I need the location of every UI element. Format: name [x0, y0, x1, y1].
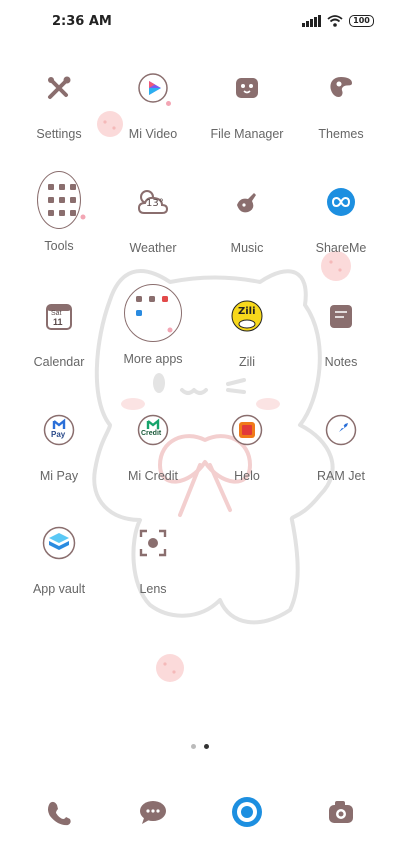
badge: [166, 101, 171, 106]
app-label: ShareMe: [315, 241, 367, 255]
folder-circle: [124, 284, 182, 342]
status-time: 2:36 AM: [52, 14, 112, 29]
status-bar: 2:36 AM 100: [0, 0, 400, 44]
app-more-apps[interactable]: More apps: [106, 284, 200, 366]
app-label: RAM Jet: [317, 469, 365, 483]
mi-pay-sub: Pay: [51, 430, 66, 439]
app-shareme[interactable]: ShareMe: [294, 180, 388, 255]
mi-pay-icon: Pay: [37, 408, 81, 452]
app-label: Music: [230, 241, 264, 255]
app-label: Notes: [324, 355, 358, 369]
app-app-vault[interactable]: App vault: [12, 521, 106, 596]
app-notes[interactable]: Notes: [294, 294, 388, 369]
calendar-icon: Sat 11: [37, 294, 81, 338]
app-label: Themes: [318, 127, 364, 141]
app-label: Mi Pay: [39, 469, 79, 483]
app-label: Weather: [129, 241, 177, 255]
camera-icon[interactable]: [319, 790, 363, 834]
browser-icon[interactable]: [225, 790, 269, 834]
lens-icon: [131, 521, 175, 565]
app-vault-icon: [37, 521, 81, 565]
wifi-icon: [327, 15, 343, 27]
page-dot-1[interactable]: [191, 744, 196, 749]
mi-credit-icon: Credit: [131, 408, 175, 452]
calendar-day: Sat: [51, 310, 62, 317]
app-calendar[interactable]: Sat 11 Calendar: [12, 294, 106, 369]
helo-icon: [225, 408, 269, 452]
app-label: Mi Video: [128, 127, 178, 141]
calendar-date: 11: [53, 317, 63, 327]
app-themes[interactable]: Themes: [294, 66, 388, 141]
shareme-icon: [319, 180, 363, 224]
app-label: Lens: [139, 582, 167, 596]
page-indicator[interactable]: [0, 744, 400, 749]
app-mi-pay[interactable]: Pay Mi Pay: [12, 408, 106, 483]
app-tools[interactable]: Tools: [12, 171, 106, 253]
app-settings[interactable]: Settings: [12, 66, 106, 141]
notes-icon: [319, 294, 363, 338]
app-file-manager[interactable]: File Manager: [200, 66, 294, 141]
app-helo[interactable]: Helo: [200, 408, 294, 483]
mi-credit-sub: Credit: [141, 430, 162, 437]
app-mi-credit[interactable]: Credit Mi Credit: [106, 408, 200, 483]
battery-icon: 100: [349, 15, 374, 27]
app-label: File Manager: [210, 127, 284, 141]
more-apps-folder-icon: [124, 284, 182, 342]
app-label: App vault: [32, 582, 86, 596]
app-zili[interactable]: Zili Zili: [200, 294, 294, 369]
file-manager-icon: [225, 66, 269, 110]
status-icons: 100: [302, 15, 374, 27]
weather-temp: 13°: [146, 198, 164, 209]
app-label: Zili: [239, 355, 255, 369]
zili-brand: Zili: [238, 306, 256, 317]
app-label: Calendar: [33, 355, 85, 369]
phone-icon[interactable]: [37, 790, 81, 834]
settings-icon: [37, 66, 81, 110]
app-label: Settings: [36, 127, 82, 141]
app-ram-jet[interactable]: RAM Jet: [294, 408, 388, 483]
mi-video-icon: [131, 66, 175, 110]
app-label: More apps: [123, 352, 183, 366]
weather-icon: 13°: [131, 180, 175, 224]
themes-icon: [319, 66, 363, 110]
app-label: Tools: [44, 239, 74, 253]
app-mi-video[interactable]: Mi Video: [106, 66, 200, 141]
signal-icon: [302, 15, 321, 27]
folder-circle: [37, 171, 86, 229]
messaging-icon[interactable]: [131, 790, 175, 834]
app-label: Mi Credit: [127, 469, 178, 483]
music-icon: [225, 180, 269, 224]
tools-folder-icon: [37, 171, 86, 229]
app-label: Helo: [234, 469, 260, 483]
app-weather[interactable]: 13° Weather: [106, 180, 200, 255]
dock: [0, 790, 400, 834]
app-lens[interactable]: Lens: [106, 521, 200, 596]
zili-icon: Zili: [225, 294, 269, 338]
page-dot-2-active[interactable]: [204, 744, 209, 749]
ram-jet-icon: [319, 408, 363, 452]
app-music[interactable]: Music: [200, 180, 294, 255]
